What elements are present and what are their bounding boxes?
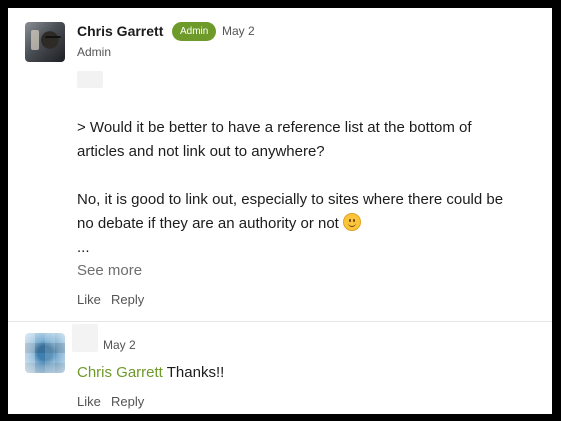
comment-thread: Chris Garrett Admin May 2 Admin > Would … — [8, 8, 552, 414]
avatar[interactable] — [25, 333, 65, 373]
reply-button[interactable]: Reply — [111, 394, 144, 409]
mention-link[interactable]: Chris Garrett — [77, 364, 163, 381]
quote-line-2: articles and not link out to anywhere? — [77, 143, 325, 160]
divider — [8, 321, 552, 322]
redacted-content — [77, 71, 103, 88]
like-button[interactable]: Like — [77, 292, 101, 307]
avatar[interactable] — [25, 22, 65, 62]
ellipsis: ... — [77, 239, 90, 256]
redacted-author-name — [72, 324, 98, 352]
author-role: Admin — [77, 45, 112, 59]
author-name[interactable]: Chris Garrett — [77, 23, 163, 39]
reply-text: Thanks!! — [162, 364, 225, 381]
body-line-1: No, it is good to link out, especially t… — [77, 191, 504, 208]
comment-date[interactable]: May 2 — [103, 338, 136, 352]
reply-body: Chris Garrett Thanks!! — [77, 361, 224, 385]
admin-badge: Admin — [172, 22, 217, 41]
comment-date[interactable]: May 2 — [222, 24, 255, 38]
see-more-link[interactable]: See more — [77, 262, 142, 279]
avatar-glasses — [45, 36, 61, 43]
body-line-2-wrap: no debate if they are an authority or no… — [77, 212, 362, 236]
avatar-highlight — [31, 30, 39, 50]
quote-line-1: > Would it be better to have a reference… — [77, 119, 472, 136]
slightly-smiling-face-icon — [343, 213, 362, 231]
like-button[interactable]: Like — [77, 394, 101, 409]
reply-button[interactable]: Reply — [111, 292, 144, 307]
body-line-2: no debate if they are an authority or no… — [77, 215, 339, 232]
